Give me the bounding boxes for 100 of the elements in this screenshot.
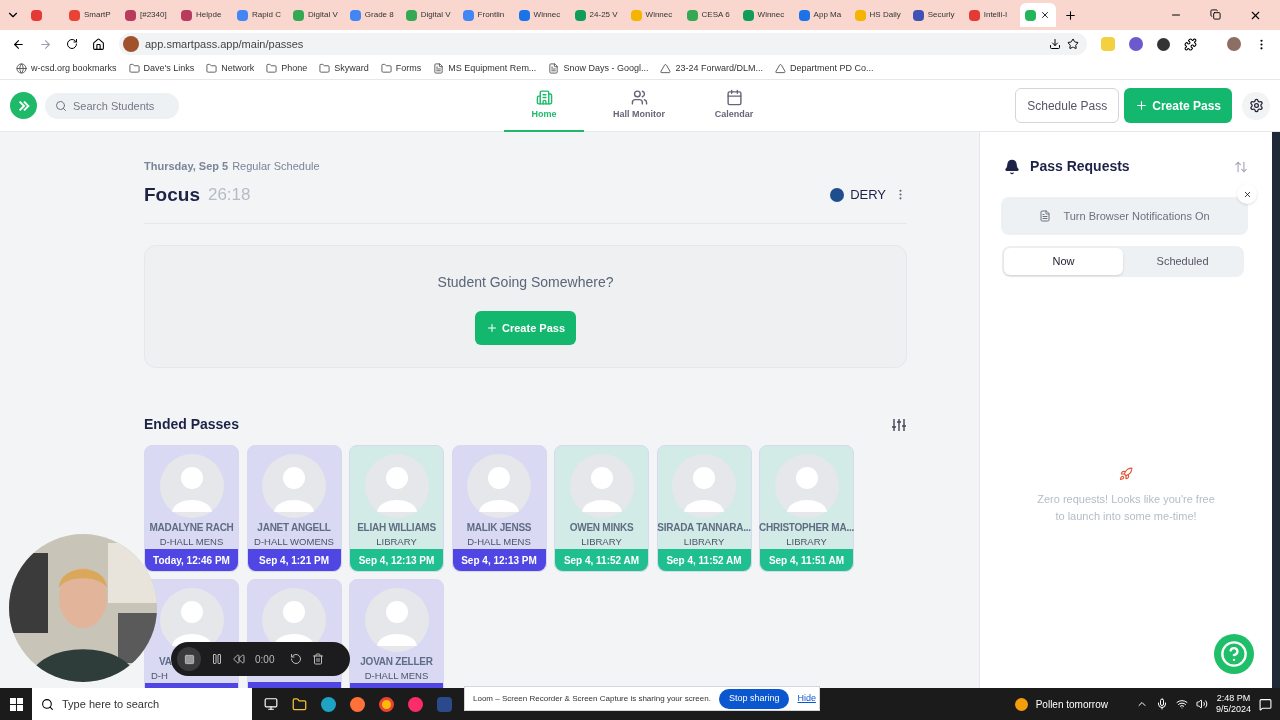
dismiss-button[interactable] xyxy=(1237,184,1258,204)
period-title: Focus xyxy=(144,182,200,207)
bookmark-star-icon[interactable] xyxy=(1067,38,1079,50)
avatar-icon xyxy=(364,588,429,652)
back-icon[interactable] xyxy=(12,37,25,51)
bookmark[interactable]: Department PD Co... xyxy=(774,61,874,76)
browser-tab[interactable]: 24-25 V xyxy=(569,3,624,27)
bookmark[interactable]: Forms xyxy=(380,61,422,76)
browser-tab[interactable]: Securly xyxy=(907,3,962,27)
destination: LIBRARY xyxy=(376,535,417,549)
plus-icon xyxy=(486,322,498,334)
student-name: ELIAH WILLIAMS xyxy=(357,521,436,535)
student-name: CHRISTOPHER MA... xyxy=(759,521,854,535)
new-tab-icon[interactable] xyxy=(1063,8,1077,22)
destination: D-HALL WOMENS xyxy=(254,535,334,549)
clock[interactable]: 2:48 PM 9/5/2024 xyxy=(1215,693,1251,715)
date-label: Thursday, Sep 5 xyxy=(144,159,229,174)
pass-card[interactable]: CHRISTOPHER MA... LIBRARY Sep 4, 11:51 AM xyxy=(759,445,854,572)
bookmark[interactable]: MS Equipment Rem... xyxy=(433,61,537,76)
browser-tab[interactable]: [#2340] xyxy=(120,3,174,27)
pass-card[interactable]: MALIK JENSS D-HALL MENS Sep 4, 12:13 PM xyxy=(451,445,547,572)
pass-time: Sep 4, 1:21 PM xyxy=(259,553,329,568)
pass-card[interactable]: JANET ANGELL D-HALL WOMENS Sep 4, 1:21 PM xyxy=(246,445,342,572)
segment-tab[interactable]: Scheduled xyxy=(1123,248,1243,275)
bookmark[interactable]: Phone xyxy=(266,61,308,76)
browser-tab[interactable]: App Ma xyxy=(793,3,848,27)
bookmark[interactable]: Network xyxy=(206,61,255,76)
notifications-button[interactable]: Turn Browser Notifications On xyxy=(1001,197,1249,235)
maximize-icon[interactable] xyxy=(1210,8,1221,20)
browser-tab[interactable]: Winnec xyxy=(625,3,680,27)
logo-icon[interactable] xyxy=(10,92,37,119)
profile-avatar[interactable] xyxy=(1227,37,1241,51)
bell-icon xyxy=(1004,158,1021,175)
browser-tab[interactable]: HS Daily xyxy=(849,3,906,27)
prompt-text: Student Going Somewhere? xyxy=(437,273,614,292)
browser-tab[interactable]: Digital V xyxy=(400,3,456,27)
volume-icon[interactable] xyxy=(1195,698,1208,710)
calendar-icon xyxy=(725,88,743,106)
scrollbar[interactable] xyxy=(1272,132,1280,688)
student-name: MADALYNE RACH xyxy=(149,521,234,535)
pause-icon[interactable] xyxy=(211,653,223,665)
bookmark[interactable]: Skyward xyxy=(319,61,369,76)
browser-tab[interactable]: Rapid C xyxy=(232,3,286,27)
bookmark[interactable]: Snow Days - Googl... xyxy=(548,61,649,76)
forward-icon[interactable] xyxy=(39,37,52,51)
delete-icon[interactable] xyxy=(312,653,325,665)
pass-card[interactable]: OWEN MINKS LIBRARY Sep 4, 11:52 AM xyxy=(554,445,649,572)
settings-icon xyxy=(1248,98,1264,113)
browser-tab[interactable]: Intelli-I xyxy=(963,3,1018,27)
browser-tab[interactable]: Helpde xyxy=(176,3,230,27)
destination: D-HALL MENS xyxy=(364,669,429,683)
browser-tab[interactable]: Frontlin xyxy=(457,3,512,27)
filter-icon[interactable] xyxy=(891,416,908,433)
stop-sharing-button[interactable]: Stop sharing xyxy=(718,688,790,709)
browser-tab[interactable]: Winnec xyxy=(513,3,568,27)
microphone-icon[interactable] xyxy=(1155,698,1168,710)
search-field[interactable]: Search Students xyxy=(45,92,179,119)
bookmark[interactable]: w-csd.org bookmarks xyxy=(16,61,117,76)
schedule-pass-button[interactable]: Schedule Pass xyxy=(1015,88,1120,123)
network-icon[interactable] xyxy=(1175,698,1188,710)
student-name: JANET ANGELL xyxy=(257,521,331,535)
browser-tab[interactable]: CESA 6 xyxy=(681,3,736,27)
pass-card[interactable]: SIRADA TANNARA... LIBRARY Sep 4, 11:52 AM xyxy=(656,445,752,572)
pass-time: Today, 12:46 PM xyxy=(153,553,230,568)
recording-time: 0:00 xyxy=(255,652,275,667)
notifications-icon[interactable] xyxy=(1259,697,1272,711)
weather-icon xyxy=(1014,697,1028,711)
file-explorer-icon[interactable] xyxy=(292,696,307,712)
avatar-icon xyxy=(569,454,634,518)
settings-button[interactable] xyxy=(1242,91,1270,120)
browser-tab[interactable]: Grade 8 xyxy=(344,3,399,27)
student-name: MALIK JENSS xyxy=(466,521,532,535)
bookmark[interactable]: 23-24 Forward/DLM... xyxy=(660,61,763,76)
hide-link[interactable]: Hide xyxy=(797,691,816,706)
browser-tab[interactable]: Winnec xyxy=(737,3,792,27)
rewind-icon[interactable] xyxy=(233,653,245,665)
pass-card[interactable]: ELIAH WILLIAMS LIBRARY Sep 4, 12:13 PM xyxy=(349,445,444,572)
stop-button[interactable] xyxy=(177,647,201,671)
restart-icon[interactable] xyxy=(290,653,303,665)
reload-icon[interactable] xyxy=(66,38,78,50)
nav-tab[interactable]: Hall Monitor xyxy=(599,80,679,132)
section-title: Ended Passes xyxy=(144,415,239,434)
folder-icon xyxy=(266,63,278,74)
address-bar[interactable]: app.smartpass.app/main/passes xyxy=(119,33,1087,55)
plus-icon xyxy=(1135,99,1149,112)
nav-tab[interactable]: Calendar xyxy=(694,80,774,132)
search-icon xyxy=(55,99,67,112)
extensions-icon[interactable] xyxy=(1184,37,1197,51)
browser-tab[interactable]: SmartP xyxy=(64,3,118,27)
segment-tab[interactable]: Now xyxy=(1004,248,1124,275)
weather-text[interactable]: Pollen tomorrow xyxy=(1035,696,1108,712)
task-view-icon[interactable] xyxy=(264,697,278,711)
home-icon[interactable] xyxy=(92,37,105,51)
pass-card[interactable]: MADALYNE RACH D-HALL MENS Today, 12:46 PM xyxy=(144,445,239,572)
bookmark[interactable]: Dave's Links xyxy=(128,61,195,76)
install-icon[interactable] xyxy=(1049,38,1061,50)
taskbar-search-field[interactable]: Type here to search xyxy=(32,688,252,720)
browser-tab[interactable]: Digital V xyxy=(288,3,343,27)
close-icon[interactable] xyxy=(1039,10,1050,20)
extension-icon[interactable] xyxy=(1157,37,1170,51)
